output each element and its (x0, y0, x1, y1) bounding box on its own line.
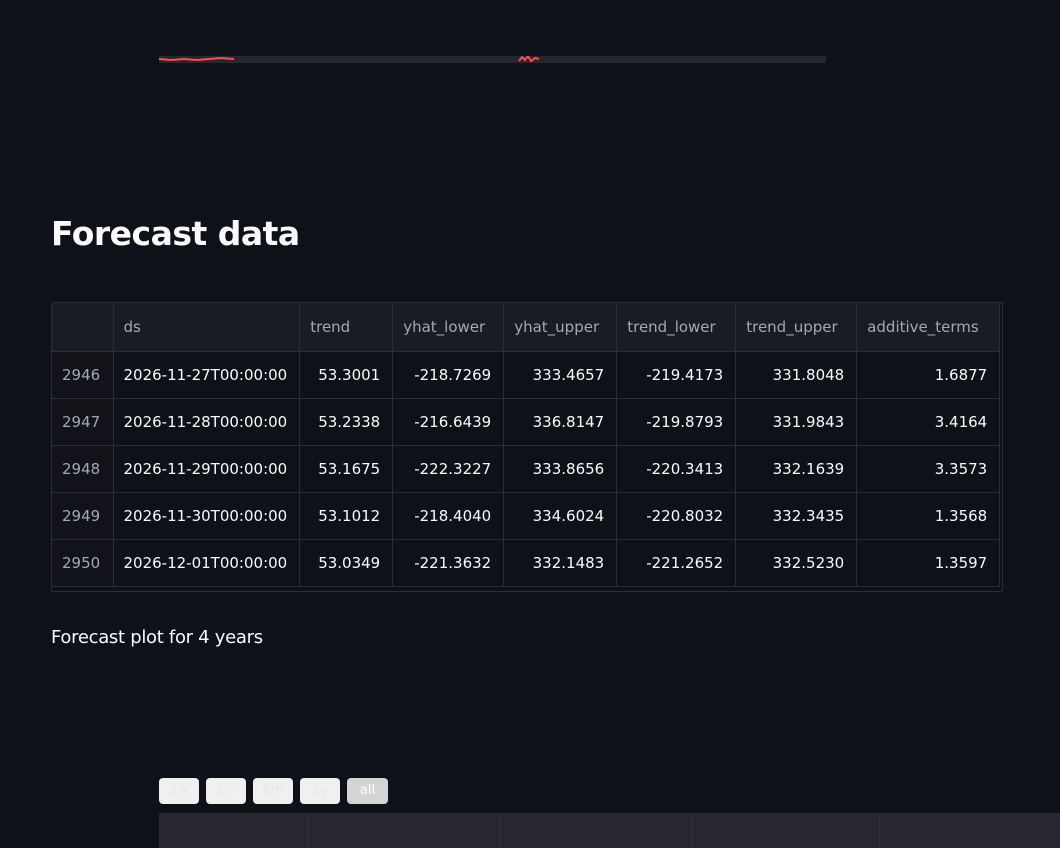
column-header-additive-terms[interactable]: additive_terms (856, 303, 1001, 352)
cell-ds[interactable]: 2026-12-01T00:00:00 (113, 539, 301, 587)
column-header-ds[interactable]: ds (113, 303, 301, 352)
cell-trend[interactable]: 53.0349 (299, 539, 394, 587)
cell-yhat-lower[interactable]: -222.3227 (392, 445, 505, 493)
row-index-cell[interactable]: 2947 (52, 398, 114, 446)
cell-trend[interactable]: 53.2338 (299, 398, 394, 446)
range-button-1y[interactable]: 1y (300, 778, 340, 804)
table-row[interactable]: 2946 2026-11-27T00:00:00 53.3001 -218.7269 3… (52, 351, 1001, 399)
gridline (499, 813, 500, 848)
page-title: Forecast data (51, 214, 300, 253)
app-page: Forecast data ds trend yhat_lower yhat_uppe… (0, 0, 1060, 848)
cell-trend-lower[interactable]: -220.8032 (616, 492, 737, 540)
range-button-1m[interactable]: 1m (206, 778, 246, 804)
previous-chart-line (159, 56, 540, 63)
forecast-data-table[interactable]: ds trend yhat_lower yhat_upper trend_lower tr… (51, 302, 1003, 592)
cell-ds[interactable]: 2026-11-28T00:00:00 (113, 398, 301, 446)
cell-trend-upper[interactable]: 331.8048 (735, 351, 858, 399)
cell-additive-terms[interactable]: 1.3597 (856, 539, 1001, 587)
range-selector: 1w 1m 6m 1y all (159, 778, 388, 804)
cell-ds[interactable]: 2026-11-29T00:00:00 (113, 445, 301, 493)
row-index-cell[interactable]: 2946 (52, 351, 114, 399)
cell-yhat-upper[interactable]: 333.8656 (503, 445, 618, 493)
column-header-yhat-lower[interactable]: yhat_lower (392, 303, 505, 352)
table-row[interactable]: 2947 2026-11-28T00:00:00 53.2338 -216.6439 3… (52, 398, 1001, 446)
range-button-1w[interactable]: 1w (159, 778, 199, 804)
cell-additive-terms[interactable]: 1.3568 (856, 492, 1001, 540)
cell-yhat-upper[interactable]: 336.8147 (503, 398, 618, 446)
cell-yhat-lower[interactable]: -221.3632 (392, 539, 505, 587)
table-row[interactable]: 2949 2026-11-30T00:00:00 53.1012 -218.4040 3… (52, 492, 1001, 540)
cell-yhat-lower[interactable]: -218.4040 (392, 492, 505, 540)
cell-trend-lower[interactable]: -220.3413 (616, 445, 737, 493)
cell-trend-lower[interactable]: -219.8793 (616, 398, 737, 446)
cell-trend[interactable]: 53.1012 (299, 492, 394, 540)
cell-trend-upper[interactable]: 332.1639 (735, 445, 858, 493)
cell-additive-terms[interactable]: 3.3573 (856, 445, 1001, 493)
cell-yhat-upper[interactable]: 332.1483 (503, 539, 618, 587)
range-button-6m[interactable]: 6m (253, 778, 293, 804)
table-row[interactable]: 2950 2026-12-01T00:00:00 53.0349 -221.3632 3… (52, 539, 1001, 587)
cell-trend-lower[interactable]: -221.2652 (616, 539, 737, 587)
cell-trend[interactable]: 53.1675 (299, 445, 394, 493)
cell-additive-terms[interactable]: 1.6877 (856, 351, 1001, 399)
cell-yhat-upper[interactable]: 333.4657 (503, 351, 618, 399)
cell-trend[interactable]: 53.3001 (299, 351, 394, 399)
cell-yhat-lower[interactable]: -216.6439 (392, 398, 505, 446)
cell-ds[interactable]: 2026-11-30T00:00:00 (113, 492, 301, 540)
forecast-plot-caption: Forecast plot for 4 years (51, 627, 263, 648)
gridline (691, 813, 692, 848)
cell-ds[interactable]: 2026-11-27T00:00:00 (113, 351, 301, 399)
table-row[interactable]: 2948 2026-11-29T00:00:00 53.1675 -222.3227 3… (52, 445, 1001, 493)
column-header-trend-upper[interactable]: trend_upper (735, 303, 858, 352)
index-column-header[interactable] (52, 303, 114, 352)
row-index-cell[interactable]: 2949 (52, 492, 114, 540)
gridline (307, 813, 308, 848)
cell-additive-terms[interactable]: 3.4164 (856, 398, 1001, 446)
column-header-trend-lower[interactable]: trend_lower (616, 303, 737, 352)
previous-chart-remnant (159, 56, 826, 63)
table-header-row: ds trend yhat_lower yhat_upper trend_lower tr… (52, 303, 1001, 352)
column-header-trend[interactable]: trend (299, 303, 394, 352)
row-index-cell[interactable]: 2948 (52, 445, 114, 493)
cell-trend-upper[interactable]: 332.5230 (735, 539, 858, 587)
cell-trend-lower[interactable]: -219.4173 (616, 351, 737, 399)
range-button-all[interactable]: all (347, 778, 388, 804)
data-grid[interactable]: ds trend yhat_lower yhat_upper trend_lower tr… (52, 303, 1001, 587)
cell-trend-upper[interactable]: 332.3435 (735, 492, 858, 540)
cell-trend-upper[interactable]: 331.9843 (735, 398, 858, 446)
forecast-plot-area[interactable] (159, 813, 1060, 848)
column-header-yhat-upper[interactable]: yhat_upper (503, 303, 618, 352)
row-index-cell[interactable]: 2950 (52, 539, 114, 587)
cell-yhat-upper[interactable]: 334.6024 (503, 492, 618, 540)
gridline (879, 813, 880, 848)
cell-yhat-lower[interactable]: -218.7269 (392, 351, 505, 399)
